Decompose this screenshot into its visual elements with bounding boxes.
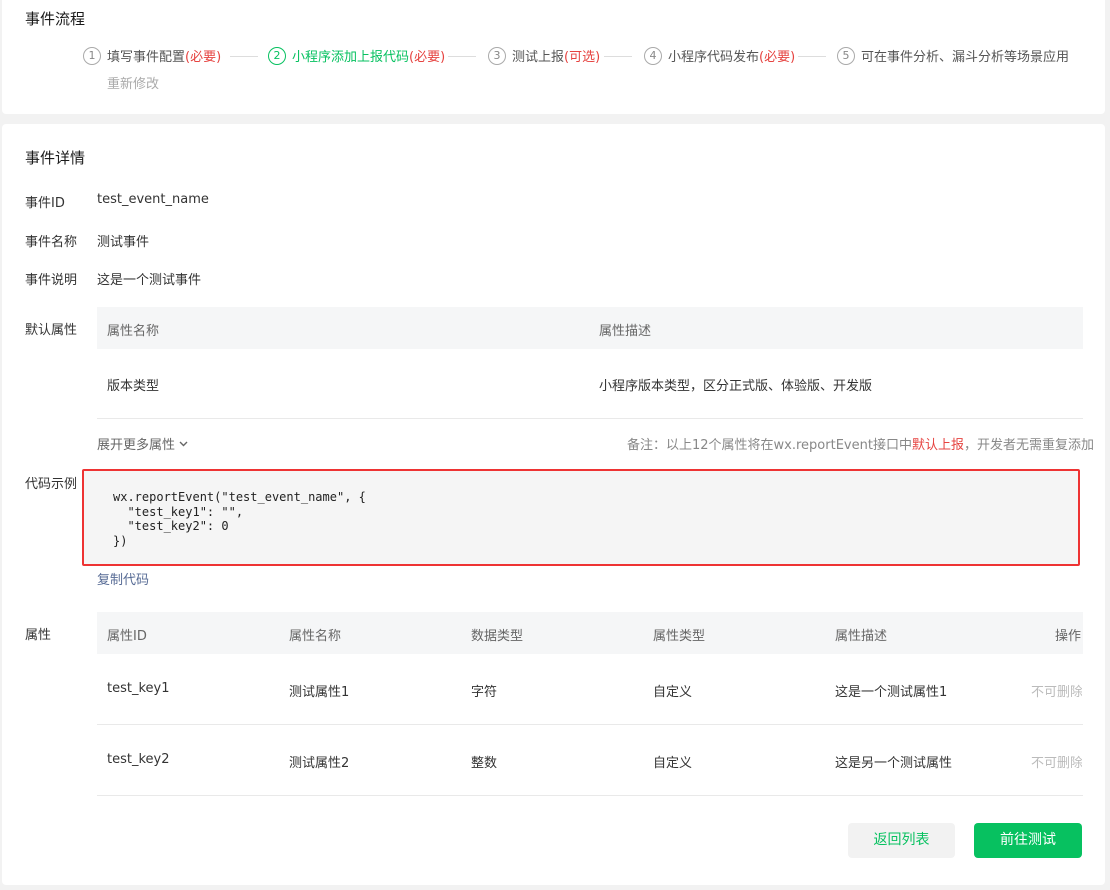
expand-more-attrs-link[interactable]: 展开更多属性	[97, 434, 189, 453]
attr-action: 不可删除	[1031, 756, 1082, 771]
event-name-value: 测试事件	[97, 235, 150, 250]
default-attr-name: 版本类型	[107, 379, 160, 394]
row-divider	[97, 795, 1083, 796]
code-sample-box[interactable]: wx.reportEvent("test_event_name", { "tes…	[82, 469, 1080, 566]
header-action: 操作	[1055, 629, 1082, 644]
note-highlight: 默认上报	[911, 438, 964, 453]
row-divider	[97, 724, 1083, 725]
event-id-value: test_event_name	[97, 192, 209, 207]
header-attr-name: 属性名称	[289, 629, 342, 644]
event-desc-value: 这是一个测试事件	[97, 273, 202, 288]
chevron-down-icon	[179, 441, 188, 447]
code-sample-label: 代码示例	[25, 477, 78, 492]
event-id-label: 事件ID	[25, 196, 65, 211]
step-number: 5	[837, 46, 855, 65]
go-to-test-button[interactable]: 前往测试	[974, 823, 1082, 858]
header-attr-desc: 属性描述	[835, 629, 888, 644]
event-detail-card: 事件详情 事件ID test_event_name 事件名称 测试事件 事件说明…	[2, 124, 1105, 885]
attr-type: 自定义	[653, 685, 693, 700]
step-3: 3 测试上报 (可选)	[488, 46, 600, 65]
note-suffix: ，开发者无需重复添加	[963, 438, 1094, 453]
attr-name: 测试属性1	[289, 685, 350, 700]
edit-config-link[interactable]: 重新修改	[107, 73, 159, 92]
step-label: 测试上报	[512, 50, 565, 65]
step-number: 4	[644, 46, 662, 65]
attr-type: 自定义	[653, 756, 693, 771]
header-attr-name: 属性名称	[107, 324, 160, 339]
step-divider	[798, 56, 826, 57]
step-number: 3	[488, 46, 506, 65]
step-tag: (必要)	[759, 50, 796, 65]
attr-data-type: 整数	[471, 756, 498, 771]
step-tag: (必要)	[185, 50, 222, 65]
header-attr-id: 属性ID	[107, 629, 147, 644]
attr-desc: 这是另一个测试属性	[835, 756, 953, 771]
step-4: 4 小程序代码发布 (必要)	[644, 46, 795, 65]
default-attrs-note: 备注：以上12个属性将在wx.reportEvent接口中默认上报，开发者无需重…	[627, 434, 1094, 453]
step-number: 2	[268, 46, 286, 65]
step-label: 可在事件分析、漏斗分析等场景应用	[861, 50, 1070, 65]
step-2: 2 小程序添加上报代码 (必要)	[268, 46, 445, 65]
attr-name: 测试属性2	[289, 756, 350, 771]
attr-action: 不可删除	[1031, 685, 1082, 700]
default-attrs-header: 属性名称 属性描述	[97, 307, 1083, 349]
event-name-label: 事件名称	[25, 235, 78, 250]
step-divider	[448, 56, 476, 57]
default-attr-desc: 小程序版本类型，区分正式版、体验版、开发版	[599, 379, 873, 394]
header-attr-desc: 属性描述	[599, 324, 652, 339]
step-1: 1 填写事件配置 (必要)	[83, 46, 221, 65]
attrs-table-header: 属性ID 属性名称 数据类型 属性类型 属性描述 操作	[97, 612, 1083, 654]
attr-desc: 这是一个测试属性1	[835, 685, 948, 700]
attrs-label: 属性	[25, 628, 52, 643]
expand-more-label: 展开更多属性	[97, 438, 176, 453]
flow-title: 事件流程	[25, 10, 86, 28]
step-label: 小程序代码发布	[668, 50, 760, 65]
step-label: 填写事件配置	[107, 50, 186, 65]
attr-id: test_key2	[107, 752, 170, 767]
header-attr-type: 属性类型	[653, 629, 706, 644]
default-attrs-label: 默认属性	[25, 323, 78, 338]
back-to-list-button[interactable]: 返回列表	[848, 823, 955, 858]
event-desc-label: 事件说明	[25, 273, 78, 288]
step-5: 5 可在事件分析、漏斗分析等场景应用	[837, 46, 1069, 65]
step-label: 小程序添加上报代码	[292, 50, 410, 65]
code-sample-text: wx.reportEvent("test_event_name", { "tes…	[113, 490, 366, 548]
detail-title: 事件详情	[25, 149, 86, 167]
note-prefix: 备注：以上12个属性将在wx.reportEvent接口中	[627, 438, 912, 453]
header-data-type: 数据类型	[471, 629, 524, 644]
step-tag: (必要)	[409, 50, 446, 65]
copy-code-link[interactable]: 复制代码	[97, 569, 149, 588]
event-flow-card: 事件流程 1 填写事件配置 (必要) 2 小程序添加上报代码 (必要) 3 测试…	[2, 0, 1105, 114]
step-divider	[604, 56, 632, 57]
attr-id: test_key1	[107, 681, 170, 696]
step-number: 1	[83, 46, 101, 65]
step-divider	[230, 56, 258, 57]
step-tag: (可选)	[564, 50, 601, 65]
row-divider	[97, 418, 1083, 419]
attr-data-type: 字符	[471, 685, 498, 700]
